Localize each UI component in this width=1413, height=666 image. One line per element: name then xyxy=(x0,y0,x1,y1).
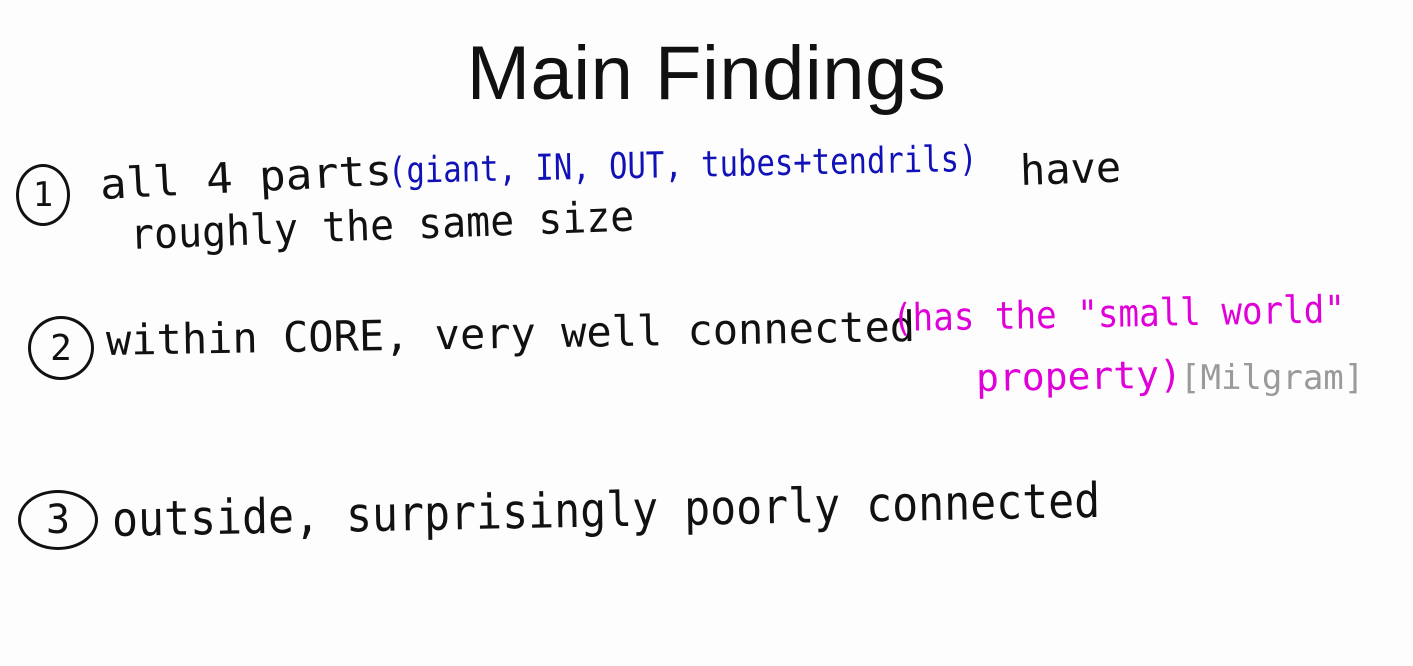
finding-1-number-text: 1 xyxy=(32,175,54,215)
finding-1-parts-list: (giant, IN, OUT, tubes+tendrils) xyxy=(387,138,978,192)
finding-3-number: 3 xyxy=(18,490,98,550)
finding-2-milgram-citation: [Milgram] xyxy=(1180,358,1365,398)
finding-1-number: 1 xyxy=(16,164,70,226)
finding-2-text: within CORE, very well connected xyxy=(105,301,916,365)
finding-2-number-text: 2 xyxy=(50,327,72,369)
slide: Main Findings 1 all 4 parts (giant, IN, … xyxy=(0,0,1413,666)
finding-1-text-start: all 4 parts xyxy=(98,145,393,209)
finding-2-number: 2 xyxy=(28,316,94,380)
finding-3-number-text: 3 xyxy=(45,497,71,543)
slide-title: Main Findings xyxy=(466,31,947,116)
finding-2-small-world-note: (has the "small world" xyxy=(891,287,1346,340)
finding-3-text: outside, surprisingly poorly connected xyxy=(111,472,1101,548)
finding-2-property-note: property) xyxy=(975,352,1183,400)
finding-1-text-end: have xyxy=(1019,142,1122,195)
